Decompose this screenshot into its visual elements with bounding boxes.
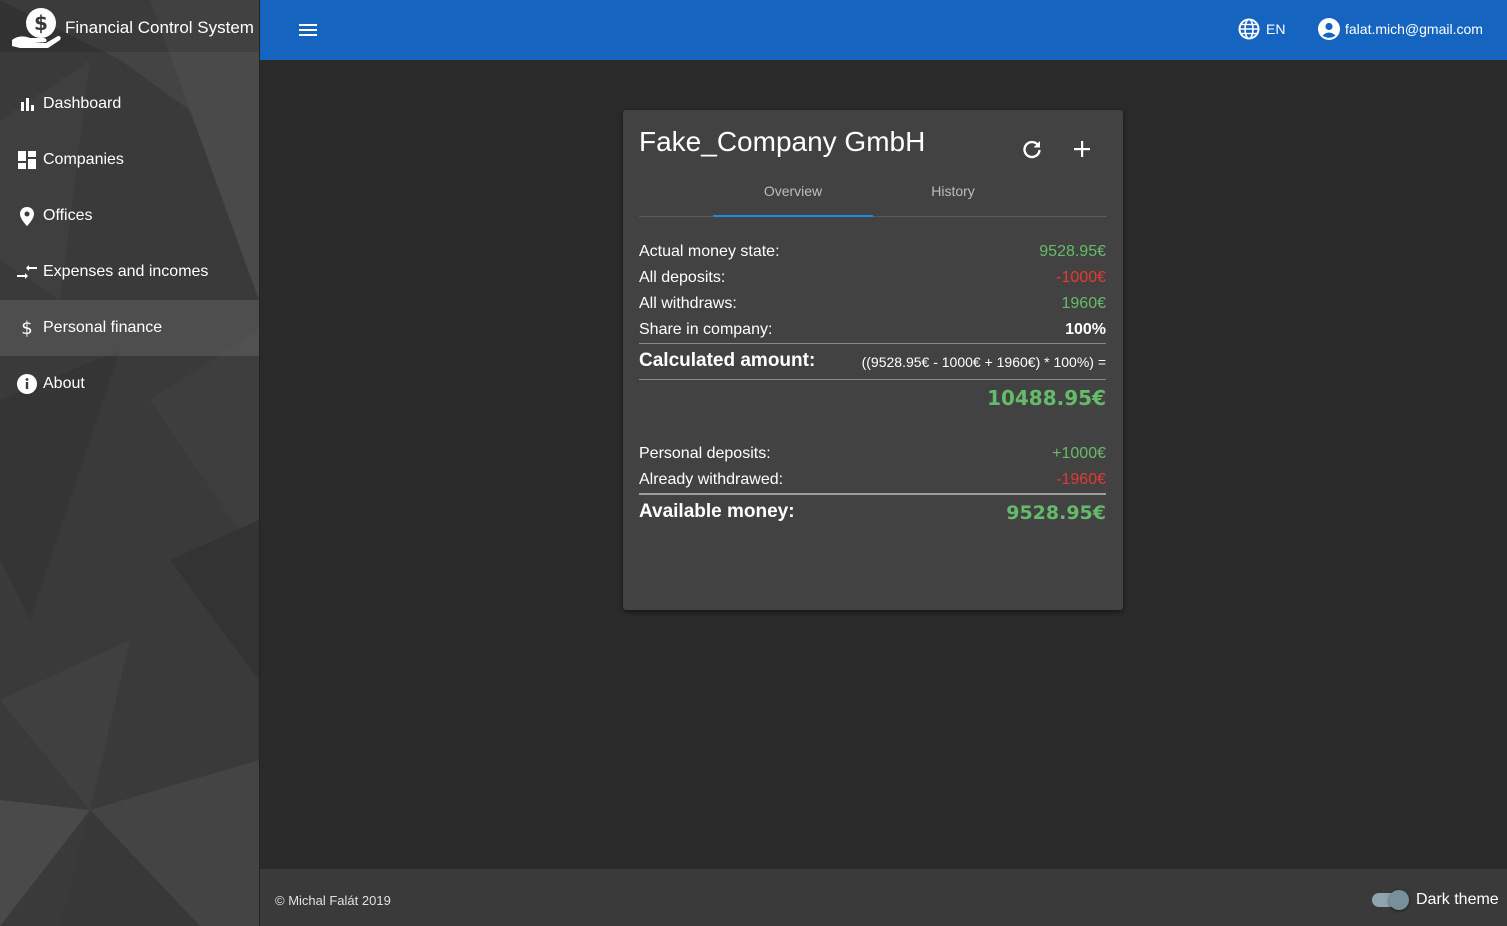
add-icon[interactable] (1069, 136, 1095, 162)
sidebar-item-companies[interactable]: Companies (0, 132, 259, 188)
sidebar-item-personal-finance[interactable]: $ Personal finance (0, 300, 259, 356)
divider (639, 493, 1106, 495)
actual-money-row: Actual money state: 9528.95€ (639, 243, 1106, 267)
top-app-bar: EN falat.mich@gmail.com (260, 0, 1507, 60)
already-withdrawed-row: Already withdrawed: -1960€ (639, 471, 1106, 495)
all-deposits-row: All deposits: -1000€ (639, 269, 1106, 293)
tab-overview[interactable]: Overview (713, 172, 873, 216)
share-label: Share in company: (639, 321, 773, 338)
personal-deposits-row: Personal deposits: +1000€ (639, 445, 1106, 469)
account-circle-icon (1318, 18, 1340, 40)
refresh-icon[interactable] (1019, 136, 1045, 162)
sidebar-item-dashboard[interactable]: Dashboard (0, 76, 259, 132)
user-email: falat.mich@gmail.com (1345, 21, 1483, 37)
brand[interactable]: $ Financial Control System (0, 0, 259, 52)
copyright-text: © Michal Falát 2019 (275, 893, 391, 908)
footer: © Michal Falát 2019 Dark theme (260, 869, 1507, 926)
calculated-formula: ((9528.95€ - 1000€ + 1960€) * 100%) = (861, 354, 1106, 370)
sidebar-item-expenses-incomes[interactable]: Expenses and incomes (0, 244, 259, 300)
app-title: Financial Control System (65, 18, 254, 37)
tab-history[interactable]: History (873, 172, 1033, 216)
compare-arrows-icon (17, 262, 37, 282)
svg-text:$: $ (21, 318, 32, 338)
all-deposits-label: All deposits: (639, 269, 726, 286)
all-withdraws-label: All withdraws: (639, 295, 737, 312)
sidebar: $ Financial Control System Dashboard Com… (0, 0, 260, 926)
share-value: 100% (1065, 321, 1106, 338)
svg-text:$: $ (34, 11, 48, 35)
all-deposits-value: -1000€ (1056, 269, 1106, 286)
language-selector[interactable]: EN (1238, 18, 1285, 40)
sidebar-item-label: Dashboard (43, 95, 122, 112)
already-withdrawed-value: -1960€ (1056, 471, 1106, 488)
available-money-label: Available money: (639, 501, 795, 522)
sidebar-item-label: Companies (43, 151, 124, 168)
active-tab-indicator (713, 215, 873, 217)
calculated-result: 10488.95€ (987, 386, 1106, 410)
sidebar-item-label: Personal finance (43, 319, 163, 336)
actual-money-value: 9528.95€ (1039, 243, 1106, 260)
user-account-menu[interactable]: falat.mich@gmail.com (1318, 18, 1483, 40)
dark-theme-toggle[interactable] (1372, 890, 1409, 910)
sidebar-item-label: Expenses and incomes (43, 263, 209, 280)
sidebar-nav: Dashboard Companies Offices Expenses and… (0, 76, 259, 412)
bar-chart-icon (17, 94, 37, 114)
divider (639, 379, 1106, 380)
all-withdraws-value: 1960€ (1061, 295, 1107, 312)
money-hand-logo-icon: $ (12, 8, 61, 48)
dollar-icon: $ (17, 318, 37, 338)
already-withdrawed-label: Already withdrawed: (639, 471, 784, 488)
language-label: EN (1266, 21, 1286, 37)
personal-deposits-label: Personal deposits: (639, 445, 771, 462)
card-tabs: Overview History (639, 172, 1107, 217)
hamburger-menu-icon[interactable] (296, 18, 320, 42)
sidebar-item-label: About (43, 375, 85, 392)
divider (639, 343, 1106, 344)
sidebar-item-about[interactable]: About (0, 356, 259, 412)
personal-deposits-value: +1000€ (1052, 445, 1106, 462)
actual-money-label: Actual money state: (639, 243, 780, 260)
dark-theme-label: Dark theme (1416, 891, 1499, 908)
calculated-amount-label: Calculated amount: (639, 350, 816, 371)
dashboard-icon (17, 150, 37, 170)
globe-icon (1238, 18, 1260, 40)
share-row: Share in company: 100% (639, 321, 1106, 345)
sidebar-item-label: Offices (43, 207, 93, 224)
company-title: Fake_Company GmbH (639, 126, 926, 157)
available-money-value: 9528.95€ (1006, 502, 1106, 524)
toggle-thumb (1389, 890, 1409, 910)
location-pin-icon (17, 206, 37, 226)
sidebar-item-offices[interactable]: Offices (0, 188, 259, 244)
company-finance-card: Fake_Company GmbH Overview History Actua… (623, 110, 1123, 610)
all-withdraws-row: All withdraws: 1960€ (639, 295, 1106, 319)
info-icon (17, 374, 37, 394)
